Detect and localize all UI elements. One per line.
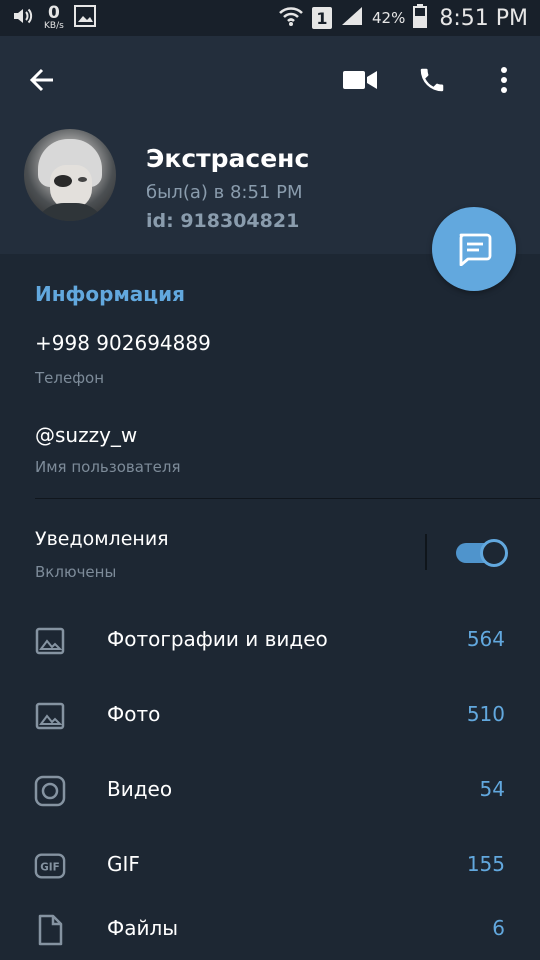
phone-label: Телефон	[35, 369, 105, 387]
file-icon	[34, 914, 66, 946]
media-row-label: Фотографии и видео	[107, 627, 328, 651]
video-call-button[interactable]	[340, 60, 380, 100]
profile-name: Экстрасенс	[146, 144, 310, 173]
username-label: Имя пользователя	[35, 458, 181, 476]
media-row-label: Файлы	[107, 916, 179, 940]
more-vertical-icon	[501, 67, 507, 93]
notifications-status: Включены	[35, 563, 117, 581]
media-row-count: 510	[466, 702, 505, 726]
phone-icon	[420, 68, 444, 92]
back-button[interactable]	[22, 60, 62, 100]
last-seen-status: был(а) в 8:51 PM	[146, 182, 303, 203]
svg-text:GIF: GIF	[40, 862, 59, 874]
toolbar	[0, 36, 540, 122]
vertical-separator	[425, 534, 427, 570]
info-section-title: Информация	[35, 282, 185, 306]
network-speed-value: 0	[47, 3, 60, 23]
media-row-photos[interactable]: Фото 510	[0, 686, 540, 746]
gif-icon: GIF	[34, 850, 66, 882]
notifications-title[interactable]: Уведомления	[35, 528, 169, 550]
media-row-count: 6	[492, 916, 505, 940]
message-icon	[459, 233, 492, 266]
video-circle-icon	[34, 775, 66, 807]
image-icon	[34, 625, 66, 657]
send-message-button[interactable]	[432, 207, 516, 291]
username[interactable]: @suzzy_w	[35, 423, 137, 447]
notifications-toggle[interactable]	[456, 539, 508, 567]
back-arrow-icon	[29, 68, 53, 92]
sim-slot-badge: 1	[312, 7, 332, 29]
media-row-files[interactable]: Файлы 6	[0, 900, 540, 960]
network-speed: 0 KB/s	[44, 5, 64, 31]
status-clock: 8:51 PM	[439, 5, 528, 31]
media-row-videos[interactable]: Видео 54	[0, 761, 540, 821]
image-icon	[34, 700, 66, 732]
media-row-label: Видео	[107, 777, 173, 801]
video-camera-icon	[343, 71, 377, 89]
media-row-photos-videos[interactable]: Фотографии и видео 564	[0, 611, 540, 671]
media-row-label: Фото	[107, 702, 161, 726]
signal-icon	[340, 5, 364, 31]
section-divider	[35, 498, 540, 499]
media-row-count: 54	[479, 777, 505, 801]
voice-call-button[interactable]	[412, 60, 452, 100]
media-row-count: 155	[466, 852, 505, 876]
status-bar: 0 KB/s 1 42% 8:51 PM	[0, 0, 540, 36]
avatar[interactable]	[24, 129, 116, 221]
media-row-gifs[interactable]: GIF GIF 155	[0, 836, 540, 896]
user-id: id: 918304821	[146, 210, 300, 232]
battery-icon	[413, 4, 428, 32]
phone-number[interactable]: +998 902694889	[35, 331, 211, 355]
volume-icon	[12, 6, 34, 30]
media-row-count: 564	[466, 627, 505, 651]
battery-percent: 42%	[372, 9, 406, 27]
gallery-notification-icon	[73, 5, 96, 31]
media-row-label: GIF	[107, 852, 140, 876]
network-speed-unit: KB/s	[44, 21, 64, 31]
more-options-button[interactable]	[484, 60, 524, 100]
wifi-icon	[278, 5, 304, 31]
